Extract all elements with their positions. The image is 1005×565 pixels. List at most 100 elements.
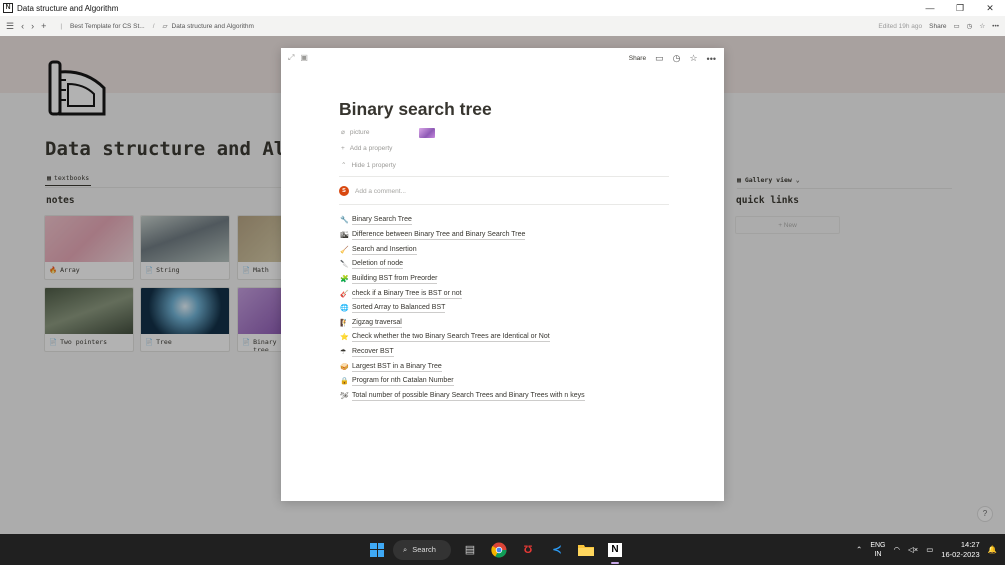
comment-input[interactable]: Add a comment... <box>355 188 406 195</box>
link-title: check if a Binary Tree is BST or not <box>352 289 462 299</box>
property-picture-label[interactable]: picture <box>350 129 370 136</box>
link-emoji-icon: 🥪 <box>340 363 349 371</box>
volume-muted-icon[interactable]: ◁× <box>908 545 918 554</box>
hide-property-row[interactable]: ⌃ Hide 1 property <box>341 161 396 170</box>
menu-icon[interactable]: ☰ <box>6 21 14 32</box>
windows-start-icon[interactable] <box>370 542 384 557</box>
notification-bell-icon[interactable]: 🔔 <box>988 545 997 554</box>
subpage-link[interactable]: 🔒 Program for nth Catalan Number <box>340 374 585 389</box>
link-emoji-icon: 🔒 <box>340 378 349 386</box>
updates-clock-icon[interactable]: ◷ <box>967 22 973 30</box>
subpage-link[interactable]: 🧗 Zigzag traversal <box>340 315 585 330</box>
link-title: Check whether the two Binary Search Tree… <box>352 333 550 343</box>
chevron-up-icon[interactable]: ⌃ <box>856 545 862 554</box>
subpage-link[interactable]: 🏙 Difference between Binary Tree and Bina… <box>340 228 585 243</box>
taskbar-apps: ⌕ Search ▤ Ʊ ≺ N <box>370 534 625 565</box>
picture-thumbnail[interactable] <box>419 128 435 138</box>
link-emoji-icon: 🔪 <box>340 261 349 269</box>
link-emoji-icon: 🏙 <box>340 231 349 239</box>
more-icon[interactable]: ••• <box>707 54 716 64</box>
topbar-nav: ☰ ‹ › + <box>6 21 46 32</box>
link-title: Difference between Binary Tree and Binar… <box>352 230 526 240</box>
forward-icon[interactable]: › <box>31 21 34 31</box>
peek-mode-icon[interactable]: ▣ <box>300 53 308 63</box>
link-title: Recover BST <box>352 348 394 358</box>
subpage-link[interactable]: 🎸 check if a Binary Tree is BST or not <box>340 286 585 301</box>
hide-property-label: Hide 1 property <box>351 161 396 169</box>
mcafee-icon[interactable]: Ʊ <box>518 540 538 560</box>
window-controls: — ❐ ✕ <box>915 0 1005 16</box>
notion-taskbar-icon[interactable]: N <box>605 540 625 564</box>
paperclip-icon: ⌀ <box>341 129 345 136</box>
link-emoji-icon: 🧹 <box>340 246 349 254</box>
chrome-icon[interactable] <box>489 540 509 560</box>
language-indicator[interactable]: ENG IN <box>870 541 885 559</box>
breadcrumb-separator: | <box>60 22 63 30</box>
comment-icon[interactable]: ▭ <box>655 53 664 64</box>
modal-share-button[interactable]: Share <box>629 55 646 62</box>
search-label: Search <box>412 545 436 554</box>
language-code: ENG <box>870 541 886 549</box>
close-window-button[interactable]: ✕ <box>975 0 1005 16</box>
link-emoji-icon: 🧩 <box>340 275 349 283</box>
link-title: Zigzag traversal <box>352 318 402 328</box>
wifi-icon[interactable]: ◠ <box>893 545 900 554</box>
plus-icon: + <box>341 145 345 152</box>
link-emoji-icon: ⭐ <box>340 334 349 342</box>
restore-button[interactable]: ❐ <box>945 0 975 16</box>
star-icon[interactable]: ☆ <box>689 53 697 64</box>
user-avatar: S <box>339 186 349 196</box>
share-button[interactable]: Share <box>929 23 946 30</box>
subpage-link[interactable]: 🧹 Search and Insertion <box>340 242 585 257</box>
breadcrumb-item-template[interactable]: Best Template for CS St... <box>70 23 145 30</box>
expand-icon[interactable]: ⤢ <box>288 53 294 63</box>
notion-topbar: ☰ ‹ › + | Best Template for CS St... / ▱… <box>0 16 1005 36</box>
breadcrumb-item-dsa[interactable]: Data structure and Algorithm <box>172 23 254 30</box>
link-title: Largest BST in a Binary Tree <box>352 362 442 372</box>
notion-app-icon: N <box>3 3 13 13</box>
task-view-icon[interactable]: ▤ <box>460 540 480 560</box>
link-emoji-icon: 🌐 <box>340 305 349 313</box>
subpage-link[interactable]: 🛩 Total number of possible Binary Search … <box>340 389 585 404</box>
vscode-icon[interactable]: ≺ <box>547 540 567 560</box>
link-emoji-icon: 🧗 <box>340 319 349 327</box>
comment-row: S Add a comment... <box>339 186 406 196</box>
language-region: IN <box>874 550 882 558</box>
edited-timestamp: Edited 19h ago <box>878 22 923 30</box>
clock-date: 16-02-2023 <box>941 549 980 559</box>
subpage-link[interactable]: 🧩 Building BST from Preorder <box>340 272 585 287</box>
more-options-icon[interactable]: ••• <box>992 23 999 30</box>
file-explorer-icon[interactable] <box>576 540 596 560</box>
taskbar-search[interactable]: ⌕ Search <box>393 539 451 560</box>
topbar-actions: Edited 19h ago Share ▭ ◷ ☆ ••• <box>878 16 999 36</box>
link-title: Search and Insertion <box>352 245 417 255</box>
comments-icon[interactable]: ▭ <box>954 22 960 30</box>
minimize-button[interactable]: — <box>915 0 945 16</box>
clock[interactable]: 14:27 16-02-2023 <box>941 540 979 560</box>
modal-page-title[interactable]: Binary search tree <box>339 99 492 120</box>
link-title: Binary Search Tree <box>352 216 412 226</box>
subpage-link[interactable]: 🥪 Largest BST in a Binary Tree <box>340 359 585 374</box>
add-property-label: Add a property <box>349 145 393 152</box>
subpage-link[interactable]: ☂ Recover BST <box>340 345 585 360</box>
clock-icon[interactable]: ◷ <box>673 53 681 64</box>
divider <box>339 204 669 205</box>
subpage-link[interactable]: ⭐ Check whether the two Binary Search Tre… <box>340 330 585 345</box>
add-icon[interactable]: + <box>41 21 46 31</box>
link-title: Deletion of node <box>352 260 403 270</box>
link-title: Total number of possible Binary Search T… <box>352 392 585 401</box>
favorite-star-icon[interactable]: ☆ <box>979 22 985 30</box>
subpage-link[interactable]: 🔧 Binary Search Tree <box>340 213 585 228</box>
subpage-link[interactable]: 🔪 Deletion of node <box>340 257 585 272</box>
chevron-up-icon: ⌃ <box>341 162 347 169</box>
back-icon[interactable]: ‹ <box>21 21 24 31</box>
subpage-links-list: 🔧 Binary Search Tree 🏙 Difference between B… <box>340 213 585 403</box>
clock-time: 14:27 <box>960 539 980 549</box>
link-title: Program for nth Catalan Number <box>352 377 454 387</box>
battery-icon[interactable]: ▭ <box>926 545 933 554</box>
subpage-link[interactable]: 🌐 Sorted Array to Balanced BST <box>340 301 585 316</box>
add-property-row[interactable]: + Add a property <box>341 145 392 152</box>
windows-taskbar: ⌕ Search ▤ Ʊ ≺ N ⌃ ENG IN ◠ ◁× ▭ 14:27 1… <box>0 534 1005 565</box>
breadcrumb: | Best Template for CS St... / ▱ Data st… <box>56 22 254 31</box>
system-tray: ⌃ ENG IN ◠ ◁× ▭ 14:27 16-02-2023 🔔 <box>856 534 997 565</box>
